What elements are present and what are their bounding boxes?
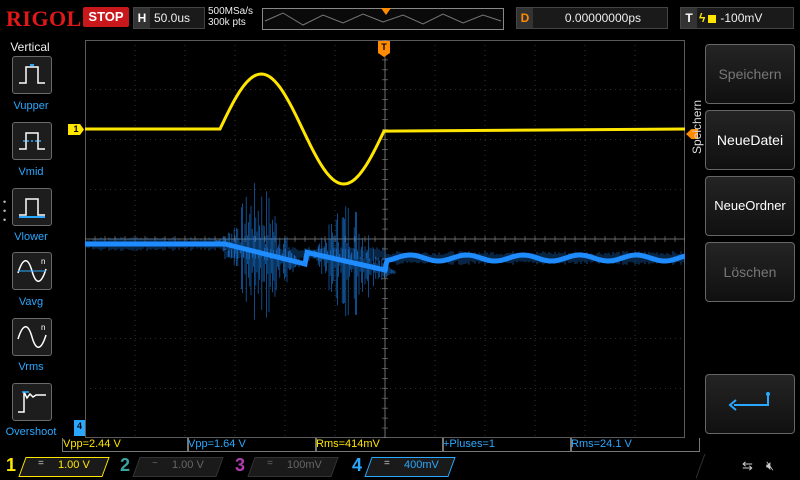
ch2-number: 2: [120, 455, 131, 475]
vrms-button[interactable]: n: [12, 318, 52, 356]
ch4-marker-label: 4: [76, 421, 82, 431]
delay-key: D: [517, 8, 533, 28]
ch4-position-marker[interactable]: 4: [74, 420, 85, 436]
vavg-button[interactable]: n: [12, 252, 52, 290]
trigger-marker-label: T: [381, 42, 387, 52]
meas-ch4-vpp[interactable]: Vpp=1.64 V: [187, 438, 317, 452]
vmid-label: Vmid: [18, 166, 44, 178]
timebase-box[interactable]: H 50.0us: [133, 7, 205, 29]
ch2-coupling-icon: ~: [152, 458, 158, 469]
meas-ch4-rms[interactable]: Rms=24.1 V: [570, 438, 700, 452]
ch1-coupling-icon: =: [38, 458, 44, 469]
save-softkey-menu: Speichern Speichern NeueDatei NeueOrdner…: [690, 38, 800, 440]
sample-rate: 500MSa/s: [208, 6, 254, 17]
ch2-status[interactable]: 2 ~ 1.00 V: [120, 455, 228, 479]
vavg-sine-icon: n: [17, 257, 47, 282]
ch2-scale: 1.00 V: [172, 459, 204, 471]
ch3-coupling-icon: =: [267, 458, 273, 469]
usb-icon: ⇆: [742, 458, 753, 473]
ch1-number: 1: [6, 455, 17, 475]
vlower-pulse-icon: [19, 198, 45, 218]
ch4-number: 4: [352, 455, 363, 475]
vmid-pulse-icon: [19, 132, 45, 150]
top-status-bar: RIGOL STOP H 50.0us 500MSa/s 300k pts D 0…: [0, 0, 800, 38]
timebase-value: 50.0us: [154, 11, 191, 25]
delay-value: 0.00000000ps: [564, 11, 641, 25]
menu-title: Speichern: [690, 99, 704, 154]
measurement-bar: Vpp=2.44 V Vpp=1.64 V Rms=414mV +Pluses=…: [62, 438, 700, 452]
trigger-box[interactable]: Tϟ -100mV: [680, 7, 794, 29]
neue-ordner-softkey[interactable]: NeueOrdner: [705, 176, 795, 236]
ch1-level-marker[interactable]: 1: [68, 124, 84, 135]
svg-text:n: n: [41, 257, 45, 266]
vlower-button[interactable]: [12, 188, 52, 226]
run-stop-indicator[interactable]: STOP: [83, 7, 129, 27]
vupper-label: Vupper: [13, 100, 49, 112]
timebase-key: H: [134, 8, 150, 28]
meas-ch1-vpp[interactable]: Vpp=2.44 V: [62, 438, 189, 452]
ch1-status[interactable]: 1 = 1.00 V: [6, 455, 114, 479]
vrms-sine-icon: n: [17, 323, 47, 348]
trigger-source-icon: [708, 14, 717, 23]
vmid-button[interactable]: [12, 122, 52, 160]
channel-status-bar: 1 = 1.00 V 2 ~ 1.00 V 3 = 100mV 4 = 400m…: [0, 452, 800, 480]
meas-ch1-rms[interactable]: Rms=414mV: [315, 438, 444, 452]
loeschen-softkey[interactable]: Löschen: [705, 242, 795, 302]
neue-datei-softkey[interactable]: NeueDatei: [705, 110, 795, 170]
vrms-label: Vrms: [18, 361, 44, 373]
ch1-marker-label: 1: [73, 124, 79, 134]
trigger-level: -100mV: [720, 11, 763, 25]
return-softkey[interactable]: [705, 374, 795, 434]
overshoot-button[interactable]: [12, 383, 52, 421]
overview-trigger-marker-icon: [381, 8, 391, 15]
ch1-scale: 1.00 V: [58, 459, 90, 471]
scroll-dots-icon[interactable]: • • •: [3, 198, 6, 225]
overshoot-label: Overshoot: [5, 426, 57, 438]
ch3-scale: 100mV: [287, 459, 322, 471]
overshoot-icon: [18, 391, 46, 413]
vlower-label: Vlower: [14, 231, 48, 243]
memory-depth: 300k pts: [208, 17, 246, 28]
vertical-measure-menu: Vertical Vupper Vmid Vlower n Vavg n Vrm…: [0, 38, 62, 440]
vupper-button[interactable]: [12, 56, 52, 94]
memory-overview-bar[interactable]: [262, 8, 504, 30]
ch3-number: 3: [235, 455, 246, 475]
ch4-scale: 400mV: [404, 459, 439, 471]
vupper-pulse-icon: [19, 64, 45, 84]
delay-box[interactable]: D 0.00000000ps: [516, 7, 668, 29]
menu-title-vertical: Speichern: [688, 86, 704, 156]
trigger-key: T: [681, 8, 697, 28]
waveform-display[interactable]: [84, 39, 686, 439]
ch4-coupling-icon: =: [384, 458, 390, 469]
ch3-status[interactable]: 3 = 100mV: [235, 455, 343, 479]
menu-title: Vertical: [10, 40, 50, 54]
meas-ch4-pluses[interactable]: +Pluses=1: [442, 438, 572, 452]
return-arrow-icon: [728, 392, 770, 411]
svg-text:n: n: [41, 323, 45, 332]
acquisition-info: 500MSa/s 300k pts: [208, 6, 253, 28]
rigol-logo: RIGOL: [6, 6, 82, 31]
speaker-muted-icon[interactable]: 🔇︎: [766, 458, 774, 474]
waveform-canvas: [84, 39, 686, 439]
vavg-label: Vavg: [18, 296, 44, 308]
ch4-status[interactable]: 4 = 400mV: [352, 455, 460, 479]
speichern-softkey[interactable]: Speichern: [705, 44, 795, 104]
trigger-edge-icon: ϟ: [699, 11, 706, 25]
bottom-separator: [695, 454, 746, 478]
